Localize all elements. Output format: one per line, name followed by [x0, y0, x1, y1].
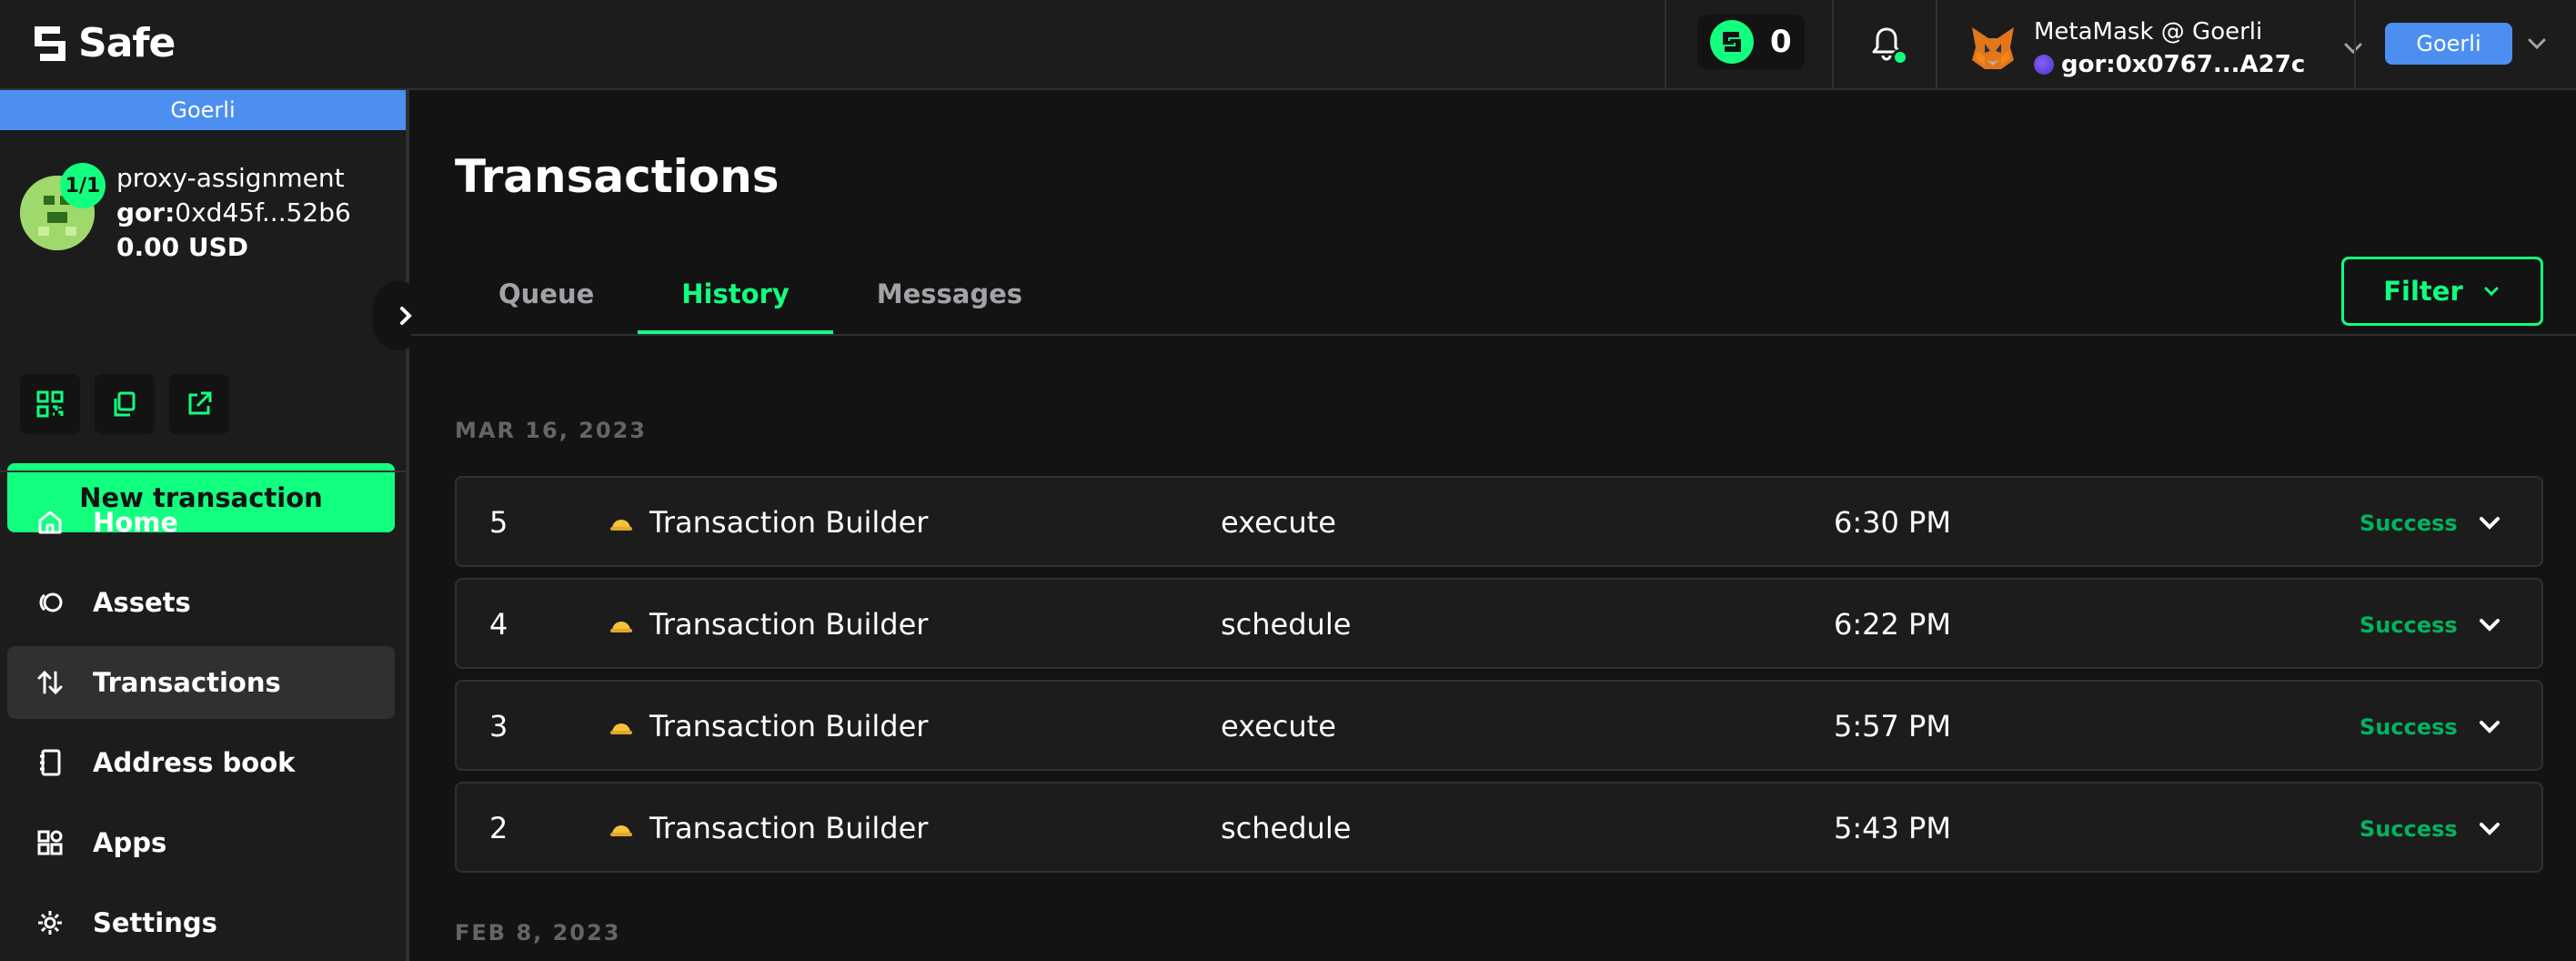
tx-app-name: Transaction Builder — [649, 505, 929, 540]
safe-token-icon — [1710, 20, 1754, 64]
tx-status: Success — [2360, 714, 2458, 740]
filter-label: Filter — [2383, 276, 2463, 307]
network-banner: Goerli — [0, 90, 406, 130]
tx-nonce: 4 — [489, 607, 508, 642]
tx-method: execute — [1221, 505, 1336, 540]
transaction-row[interactable]: 3 Transaction Builder execute 5:57 PM Su… — [455, 680, 2543, 771]
transaction-row[interactable]: 2 Transaction Builder schedule 5:43 PM S… — [455, 782, 2543, 873]
copy-icon — [114, 391, 136, 417]
chevron-down-icon — [2484, 287, 2499, 297]
transaction-builder-icon — [610, 723, 632, 734]
expand-chevron-icon[interactable] — [2474, 813, 2505, 844]
sidebar: Goerli 1/1 proxy-assignment gor:0xd45f..… — [0, 90, 424, 961]
tabs-divider — [411, 334, 2576, 336]
tx-app-name: Transaction Builder — [649, 709, 929, 744]
safe-address-prefix: gor: — [116, 197, 176, 228]
transactions-icon — [37, 670, 63, 695]
home-icon — [38, 511, 62, 534]
sidebar-divider — [0, 470, 406, 472]
header-divider — [1832, 0, 1834, 90]
transaction-tabs: Queue History Messages — [455, 254, 1066, 334]
chain-logo-icon — [2034, 55, 2054, 75]
date-group-label: FEB 8, 2023 — [455, 920, 621, 946]
safe-balance: 0.00 USD — [116, 232, 248, 262]
tx-app-name: Transaction Builder — [649, 607, 929, 642]
expand-chevron-icon[interactable] — [2474, 711, 2505, 742]
sidebar-item-assets[interactable]: Assets — [7, 566, 395, 639]
tx-time: 5:57 PM — [1834, 709, 1951, 744]
safe-logo[interactable]: Safe — [29, 20, 176, 66]
metamask-fox-icon — [1972, 27, 2014, 69]
open-explorer-button[interactable] — [169, 374, 229, 434]
settings-icon — [38, 911, 62, 935]
tab-queue[interactable]: Queue — [455, 254, 638, 334]
sidebar-item-address-book[interactable]: Address book — [7, 726, 395, 799]
top-bar: Safe 0 MetaMask @ Goerli gor:0x0767...A2… — [0, 0, 2576, 90]
tx-nonce: 3 — [489, 709, 508, 744]
wallet-name: MetaMask @ Goerli — [2034, 18, 2263, 46]
logo-text: Safe — [78, 20, 176, 66]
sidebar-item-transactions[interactable]: Transactions — [7, 646, 395, 719]
tx-status: Success — [2360, 612, 2458, 638]
filter-button[interactable]: Filter — [2341, 257, 2543, 326]
tx-nonce: 2 — [489, 811, 508, 845]
tx-time: 5:43 PM — [1834, 811, 1951, 845]
safe-logo-icon — [35, 25, 65, 61]
tx-app-name: Transaction Builder — [649, 811, 929, 845]
tx-time: 6:22 PM — [1834, 607, 1951, 642]
external-link-icon — [188, 391, 212, 415]
tx-method: schedule — [1221, 811, 1352, 845]
sidebar-item-label: Settings — [93, 907, 217, 938]
sidebar-item-label: Home — [93, 507, 179, 538]
transaction-row[interactable]: 4 Transaction Builder schedule 6:22 PM S… — [455, 578, 2543, 669]
copy-address-button[interactable] — [95, 374, 155, 434]
header-divider — [2354, 0, 2356, 90]
qr-code-button[interactable] — [20, 374, 80, 434]
safe-token-button[interactable]: 0 — [1697, 15, 1805, 69]
safe-address: gor:0xd45f...52b6 — [116, 197, 351, 228]
date-group-label: MAR 16, 2023 — [455, 418, 647, 443]
expand-chevron-icon[interactable] — [2474, 609, 2505, 640]
assets-icon — [39, 592, 63, 612]
header-divider — [1936, 0, 1937, 90]
transaction-builder-icon — [610, 520, 632, 531]
tx-method: execute — [1221, 709, 1336, 744]
token-count: 0 — [1770, 24, 1792, 60]
page-title: Transactions — [455, 150, 780, 203]
notification-dot — [1892, 49, 1908, 66]
expand-chevron-icon[interactable] — [2474, 507, 2505, 538]
sidebar-item-label: Address book — [93, 747, 296, 778]
safe-address-value: 0xd45f...52b6 — [175, 197, 351, 228]
sidebar-nav: Home Assets Transactions Address book Ap… — [7, 486, 395, 961]
header-divider — [1665, 0, 1666, 90]
sidebar-item-settings[interactable]: Settings — [7, 886, 395, 959]
sidebar-item-label: Apps — [93, 827, 167, 858]
transaction-row[interactable]: 5 Transaction Builder execute 6:30 PM Su… — [455, 476, 2543, 567]
tx-method: schedule — [1221, 607, 1352, 642]
tx-status: Success — [2360, 511, 2458, 536]
sidebar-item-label: Assets — [93, 587, 191, 618]
tx-nonce: 5 — [489, 505, 508, 540]
main-content: Transactions Queue History Messages Filt… — [411, 90, 2576, 961]
safe-name: proxy-assignment — [116, 163, 345, 193]
address-book-icon — [40, 749, 61, 776]
qr-code-icon — [36, 390, 64, 418]
tx-status: Success — [2360, 816, 2458, 842]
sidebar-item-apps[interactable]: Apps — [7, 806, 395, 879]
wallet-address: gor:0x0767...A27c — [2061, 51, 2306, 78]
apps-icon — [37, 830, 63, 855]
transaction-builder-icon — [610, 825, 632, 836]
threshold-badge: 1/1 — [60, 163, 106, 208]
sidebar-item-home[interactable]: Home — [7, 486, 395, 559]
tab-history[interactable]: History — [638, 254, 834, 334]
tab-messages[interactable]: Messages — [833, 254, 1066, 334]
network-chevron-down-icon[interactable] — [2523, 30, 2551, 57]
safe-quick-actions — [20, 374, 229, 434]
tx-time: 6:30 PM — [1834, 505, 1951, 540]
sidebar-item-label: Transactions — [93, 667, 281, 698]
network-selector[interactable]: Goerli — [2385, 23, 2512, 65]
connected-wallet[interactable]: MetaMask @ Goerli gor:0x0767...A27c — [1968, 18, 2367, 78]
transaction-builder-icon — [610, 622, 632, 632]
